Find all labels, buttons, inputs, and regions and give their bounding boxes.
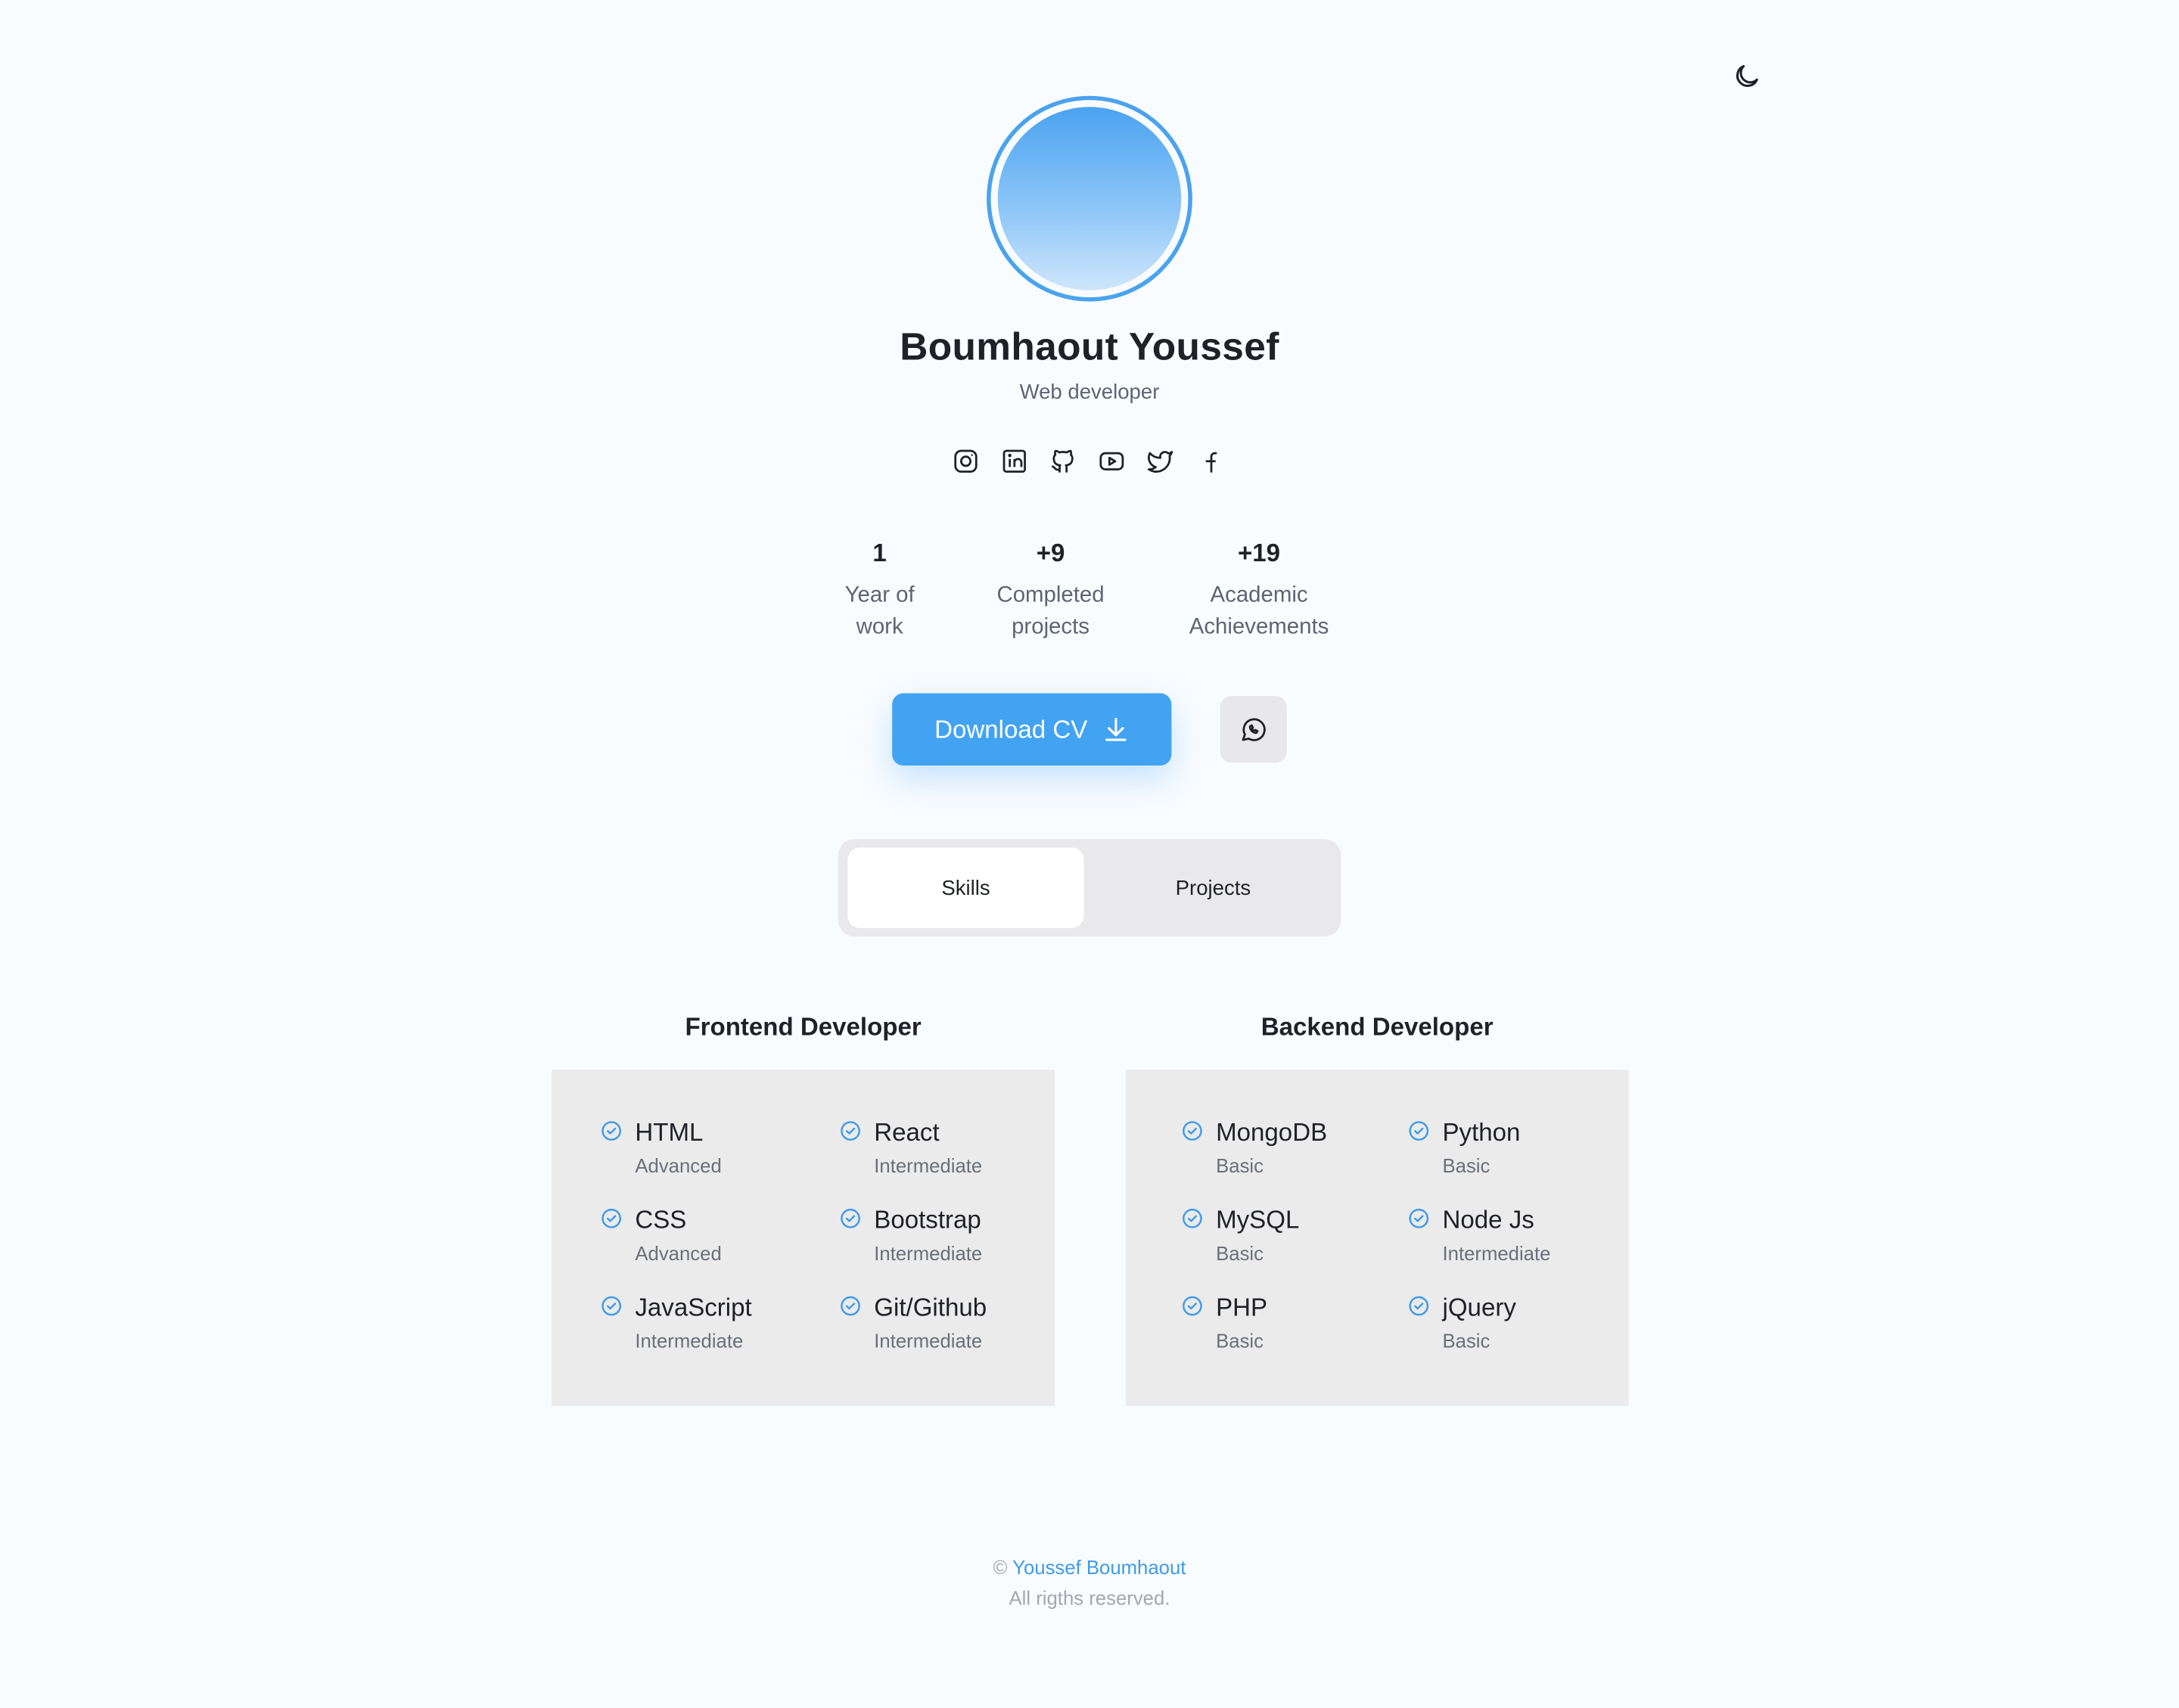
skill-item: JavaScript Intermediate (600, 1293, 752, 1352)
skill-name: Python (1442, 1118, 1521, 1147)
skill-name: CSS (635, 1206, 687, 1234)
stat-value: +9 (1036, 539, 1065, 567)
profile-name: Boumhaout Youssef (900, 325, 1279, 368)
skill-name: Bootstrap (874, 1206, 981, 1234)
skill-item: jQuery Basic (1408, 1293, 1516, 1352)
stat-label-line1: Completed (996, 583, 1105, 607)
footer-copyright: © Youssef Boumhaout (0, 1552, 2179, 1582)
tab-switcher: Skills Projects (838, 839, 1341, 936)
backend-skills-panel: MongoDB Basic Python Basic MySQL Basic Node… (1125, 1070, 1629, 1406)
skill-name: MongoDB (1216, 1118, 1328, 1147)
stat-projects: +9 Completed projects (996, 539, 1104, 644)
download-cv-label: Download CV (934, 714, 1088, 743)
skill-level: Basic (1216, 1242, 1264, 1265)
avatar (997, 107, 1182, 290)
skill-level: Intermediate (874, 1329, 983, 1352)
skill-name: Node Js (1442, 1206, 1534, 1234)
facebook-link[interactable] (1194, 446, 1224, 477)
profile-role: Web developer (1019, 380, 1160, 405)
skill-level: Advanced (635, 1242, 722, 1265)
youtube-icon (1099, 452, 1124, 470)
copyright-symbol: © (993, 1556, 1008, 1579)
stat-label-line1: Year of (844, 583, 915, 607)
avatar-frame (987, 95, 1192, 302)
skill-item: PHP Basic (1181, 1293, 1267, 1352)
skill-level: Intermediate (874, 1242, 983, 1265)
skill-level: Intermediate (1442, 1242, 1551, 1265)
stat-value: 1 (872, 539, 887, 567)
skill-level: Basic (1442, 1329, 1490, 1352)
skill-item: MySQL Basic (1181, 1206, 1299, 1264)
skill-item: Bootstrap Intermediate (839, 1206, 982, 1264)
theme-toggle-button[interactable] (1727, 57, 1766, 95)
frontend-title: Frontend Developer (685, 1012, 922, 1041)
instagram-link[interactable] (950, 446, 981, 477)
check-circle-icon (1409, 1296, 1429, 1316)
skill-name: PHP (1216, 1293, 1268, 1321)
skill-level: Basic (1216, 1154, 1264, 1177)
skill-level: Basic (1442, 1154, 1490, 1177)
instagram-icon (954, 449, 978, 473)
skill-item: HTML Advanced (600, 1118, 722, 1177)
skill-level: Intermediate (874, 1154, 983, 1177)
backend-title: Backend Developer (1260, 1012, 1494, 1041)
skill-item: React Intermediate (839, 1119, 982, 1177)
stat-value: +19 (1237, 539, 1281, 567)
skill-level: Advanced (635, 1154, 722, 1177)
linkedin-icon (1002, 449, 1026, 473)
skill-item: Python Basic (1408, 1118, 1521, 1177)
twitter-icon (1147, 451, 1173, 473)
skill-level: Intermediate (635, 1329, 744, 1352)
skill-name: MySQL (1216, 1206, 1300, 1234)
tab-skills[interactable]: Skills (847, 847, 1084, 928)
github-link[interactable] (1048, 446, 1078, 477)
youtube-link[interactable] (1096, 446, 1127, 477)
whatsapp-icon (1242, 718, 1266, 741)
page-inner: Boumhaout Youssef Web developer 1 Year o… (0, 0, 2179, 1707)
skill-item: MongoDB Basic (1181, 1119, 1327, 1177)
skill-name: HTML (635, 1118, 704, 1147)
footer-author-link[interactable]: Youssef Boumhaout (1012, 1556, 1186, 1578)
skill-name: React (874, 1118, 940, 1147)
check-circle-icon (1183, 1121, 1202, 1141)
check-circle-icon (601, 1208, 622, 1228)
stat-label-line2: Achievements (1189, 615, 1329, 639)
social-links (950, 446, 1224, 477)
check-circle-icon (841, 1296, 860, 1316)
page: Boumhaout Youssef Web developer 1 Year o… (0, 0, 2179, 1708)
skill-name: Git/Github (874, 1293, 987, 1321)
moon-icon (1736, 65, 1758, 87)
footer-rights: All rigths reserved. (1009, 1586, 1170, 1609)
frontend-skills-panel: HTML Advanced React Intermediate CSS Advanc… (552, 1070, 1055, 1406)
check-circle-icon (1409, 1121, 1429, 1141)
check-circle-icon (1409, 1208, 1429, 1228)
check-circle-icon (841, 1208, 860, 1228)
stat-years: 1 Year of work (845, 539, 915, 644)
stat-achievements: +19 Academic Achievements (1189, 539, 1329, 644)
github-icon (1051, 449, 1074, 473)
facebook-icon (1205, 452, 1217, 473)
stat-label-line2: work (856, 615, 903, 639)
linkedin-link[interactable] (999, 446, 1030, 477)
check-circle-icon (841, 1121, 860, 1141)
stat-label-line2: projects (1012, 615, 1090, 639)
check-circle-icon (1183, 1296, 1202, 1316)
download-icon (1105, 717, 1126, 741)
tab-projects[interactable]: Projects (1093, 847, 1332, 928)
skill-level: Basic (1216, 1329, 1264, 1352)
twitter-link[interactable] (1145, 446, 1175, 477)
footer: © Youssef Boumhaout All rigths reserved. (0, 1552, 2179, 1613)
download-cv-button[interactable]: Download CV (892, 693, 1172, 766)
check-circle-icon (601, 1121, 622, 1141)
whatsapp-button[interactable] (1220, 696, 1287, 763)
check-circle-icon (601, 1296, 622, 1316)
skill-item: Node Js Intermediate (1408, 1206, 1551, 1265)
skill-name: jQuery (1442, 1293, 1516, 1321)
check-circle-icon (1183, 1208, 1202, 1228)
skill-name: JavaScript (635, 1293, 752, 1321)
stat-label-line1: Academic (1210, 583, 1308, 607)
skill-item: CSS Advanced (600, 1206, 722, 1265)
skill-item: Git/Github Intermediate (839, 1293, 987, 1352)
